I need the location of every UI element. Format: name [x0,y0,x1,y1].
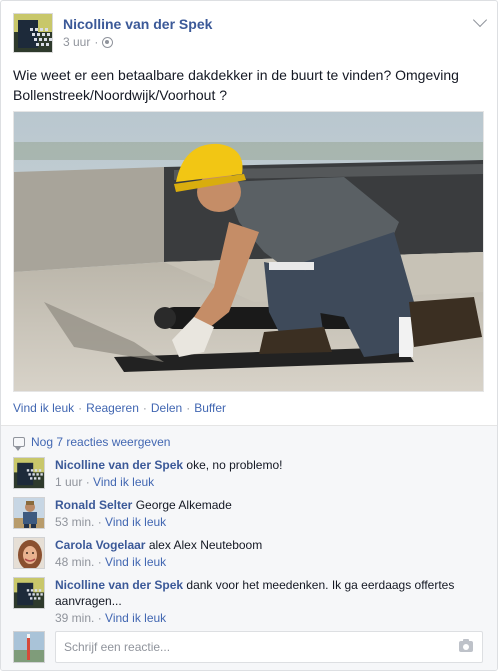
comment-body: Nicolline van der Spek oke, no problemo!… [55,457,483,490]
commenter-avatar[interactable] [13,497,45,529]
buffer-button[interactable]: Buffer [194,401,226,415]
commenter-avatar[interactable] [13,457,45,489]
reply-input[interactable] [55,631,483,663]
globe-icon [102,36,114,48]
action-separator: · [78,401,83,415]
action-separator: · [186,401,191,415]
comment-meta: 1 uur · Vind ik leuk [55,475,155,489]
comment-time[interactable]: 1 uur [55,475,82,489]
commenter-avatar[interactable] [13,537,45,569]
comment-text: George Alkemade [135,498,232,512]
like-button[interactable]: Vind ik leuk [13,401,74,415]
comment-like-button[interactable]: Vind ik leuk [105,515,166,529]
post-meta: 3 uur · [63,35,114,49]
comment-bubble-icon [13,437,25,451]
reply-row [13,631,485,663]
commenter-name[interactable]: Nicolline van der Spek [55,458,183,472]
commenter-name[interactable]: Ronald Selter [55,498,132,512]
comment-time[interactable]: 48 min. [55,555,94,569]
comment-like-button[interactable]: Vind ik leuk [93,475,154,489]
comment-text: oke, no problemo! [186,458,283,472]
author-avatar[interactable] [13,13,53,53]
comment-meta: 39 min. · Vind ik leuk [55,611,167,625]
comments-section: Nog 7 reacties weergeven Nicolline van d… [1,425,497,670]
current-user-avatar [13,631,45,663]
action-separator: · [142,401,147,415]
share-button[interactable]: Delen [151,401,182,415]
comment-like-button[interactable]: Vind ik leuk [105,555,166,569]
post-card: Nicolline van der Spek 3 uur · Wie weet … [0,0,498,671]
comment-meta: 53 min. · Vind ik leuk [55,515,167,529]
comment-time[interactable]: 53 min. [55,515,94,529]
comment-like-button[interactable]: Vind ik leuk [105,611,166,625]
post-header: Nicolline van der Spek 3 uur · [13,13,483,55]
post-author-name[interactable]: Nicolline van der Spek [63,16,212,32]
more-comments-label[interactable]: Nog 7 reacties weergeven [31,435,170,449]
camera-icon[interactable] [459,639,473,652]
post-actions: Vind ik leuk · Reageren · Delen · Buffer [13,401,226,415]
meta-separator: · [94,35,99,49]
commenter-avatar[interactable] [13,577,45,609]
comment-button[interactable]: Reageren [86,401,139,415]
comment-text: alex Alex Neuteboom [148,538,263,552]
post-photo[interactable] [13,111,484,392]
comment-body: Carola Vogelaar alex Alex Neuteboom 48 m… [55,537,483,570]
post-timestamp[interactable]: 3 uur [63,35,90,49]
commenter-name[interactable]: Carola Vogelaar [55,538,145,552]
commenter-name[interactable]: Nicolline van der Spek [55,578,183,592]
more-comments-link[interactable]: Nog 7 reacties weergeven [13,435,170,451]
comment-body: Ronald Selter George Alkemade 53 min. · … [55,497,483,530]
comment-body: Nicolline van der Spek dank voor het mee… [55,577,483,626]
comment-meta: 48 min. · Vind ik leuk [55,555,167,569]
comment-time[interactable]: 39 min. [55,611,94,625]
post-text: Wie weet er een betaalbare dakdekker in … [13,67,459,103]
